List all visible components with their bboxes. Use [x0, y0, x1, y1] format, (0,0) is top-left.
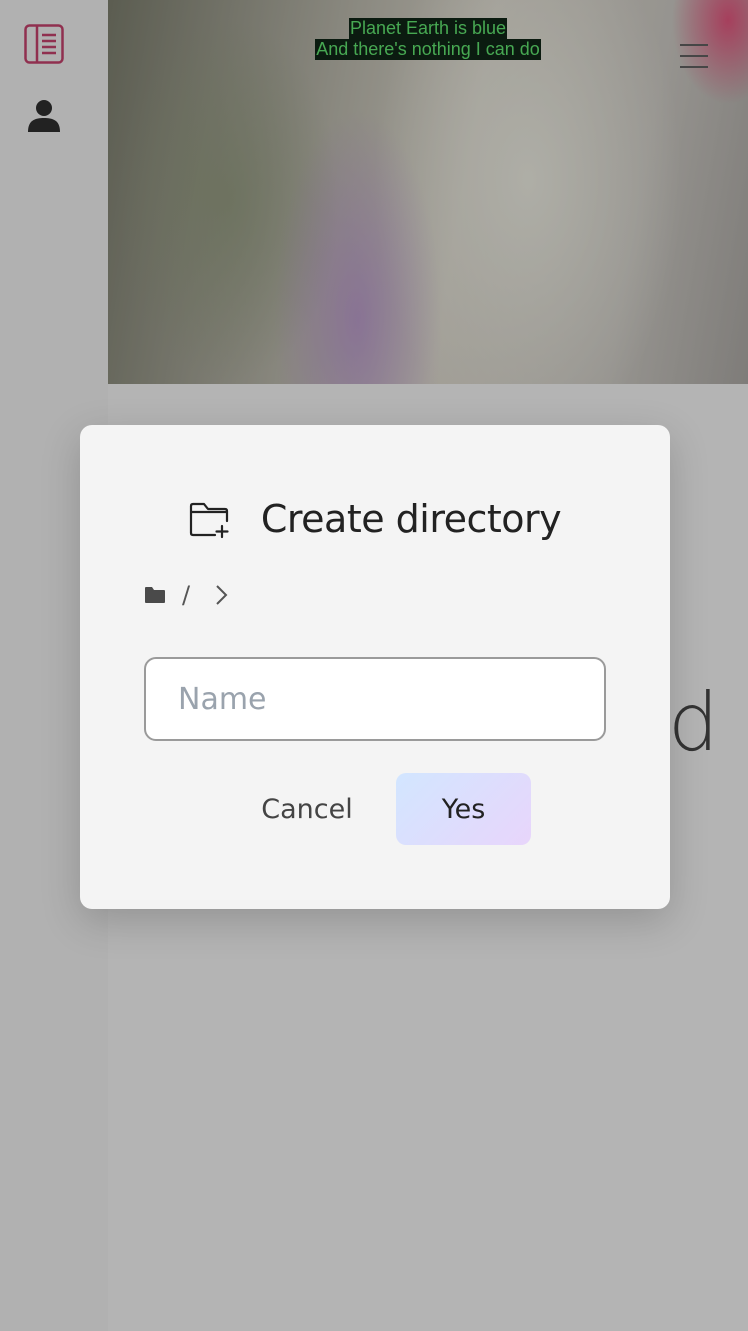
- yes-button[interactable]: Yes: [396, 773, 531, 845]
- directory-name-input[interactable]: [144, 657, 606, 741]
- breadcrumb-separator: /: [182, 581, 191, 609]
- dialog-header: Create directory: [80, 495, 670, 543]
- folder-icon[interactable]: [144, 586, 166, 604]
- folder-plus-icon: [189, 502, 229, 539]
- chevron-right-icon[interactable]: [214, 584, 228, 606]
- dialog-title: Create directory: [260, 497, 562, 541]
- cancel-button[interactable]: Cancel: [246, 773, 368, 845]
- app-root: Planet Earth is blue And there's nothing…: [0, 0, 748, 1331]
- breadcrumb: /: [144, 577, 228, 613]
- create-directory-dialog: Create directory / Cancel Yes: [80, 425, 670, 909]
